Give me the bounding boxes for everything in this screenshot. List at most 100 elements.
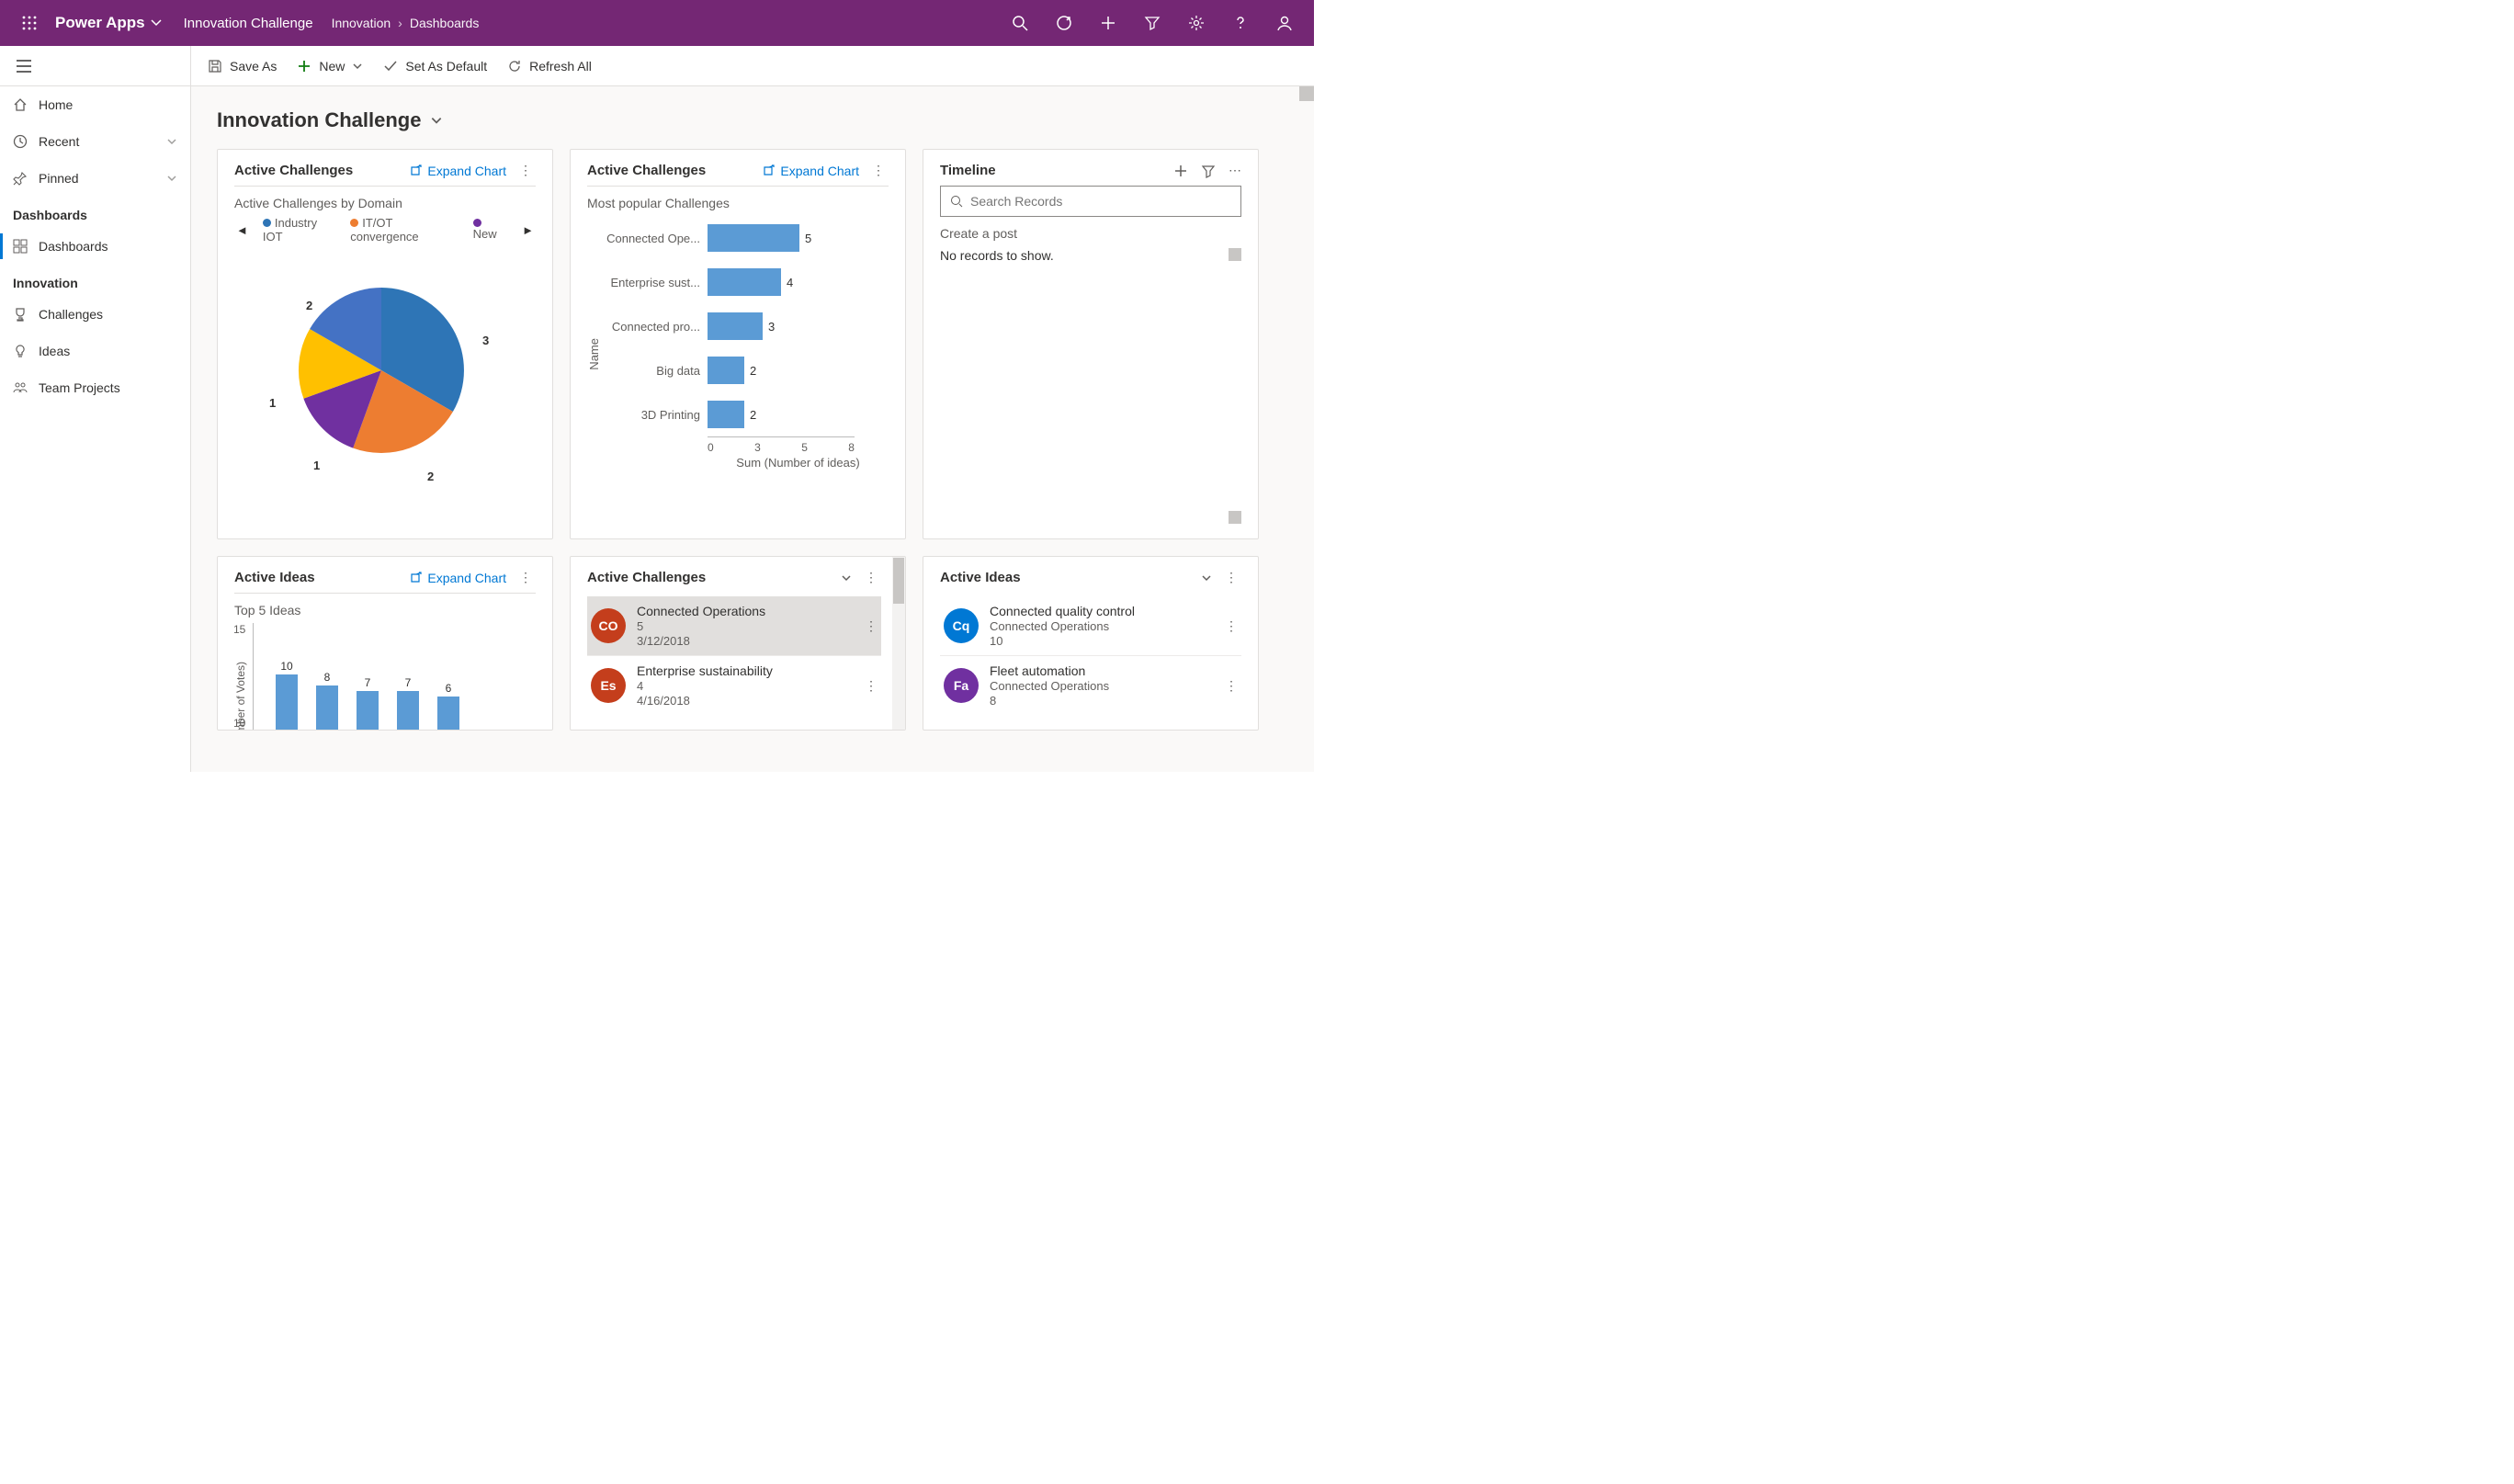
nav-pinned[interactable]: Pinned bbox=[0, 160, 190, 197]
more-icon[interactable]: ⋮ bbox=[1225, 618, 1238, 634]
timeline-empty-text: No records to show. bbox=[940, 248, 1241, 263]
more-icon[interactable]: ⋮ bbox=[1221, 570, 1241, 585]
hbar-xaxis-label: Sum (Number of ideas) bbox=[708, 456, 889, 470]
nav-recent[interactable]: Recent bbox=[0, 123, 190, 160]
check-icon bbox=[383, 59, 398, 74]
list-item[interactable]: COConnected Operations53/12/2018⋮ bbox=[587, 596, 881, 655]
chevron-down-icon[interactable] bbox=[352, 61, 363, 72]
hbar-chart[interactable]: Name Connected Ope...5Enterprise sust...… bbox=[587, 216, 889, 492]
vbar-bar[interactable] bbox=[397, 691, 419, 730]
row-title: Connected quality control bbox=[990, 604, 1214, 618]
timeline-search[interactable] bbox=[940, 186, 1241, 217]
breadcrumb: Innovation › Dashboards bbox=[332, 16, 480, 30]
expand-chart-button[interactable]: Expand Chart bbox=[409, 571, 506, 585]
more-icon[interactable]: ⋮ bbox=[861, 570, 881, 585]
avatar: CO bbox=[591, 608, 626, 643]
add-icon[interactable] bbox=[1173, 164, 1188, 178]
scrollbar[interactable] bbox=[892, 557, 905, 730]
settings-gear-icon[interactable] bbox=[1174, 1, 1218, 45]
scroll-up-icon[interactable] bbox=[1229, 248, 1241, 261]
more-icon[interactable]: ⋮ bbox=[865, 618, 878, 634]
list-item[interactable]: CqConnected quality controlConnected Ope… bbox=[940, 596, 1241, 655]
timeline-create-post[interactable]: Create a post bbox=[940, 226, 1241, 241]
more-icon[interactable]: ⋮ bbox=[515, 570, 536, 585]
expand-chart-button[interactable]: Expand Chart bbox=[409, 164, 506, 178]
vbar-bar[interactable] bbox=[437, 697, 459, 730]
vbar-chart[interactable]: mber of Votes) 1510 108776 bbox=[234, 623, 536, 731]
page-title[interactable]: Innovation Challenge bbox=[217, 103, 1288, 149]
cmd-new[interactable]: New bbox=[297, 59, 363, 74]
card-pie: Active Challenges Expand Chart ⋮ Active … bbox=[217, 149, 553, 539]
cmd-refresh-all[interactable]: Refresh All bbox=[507, 59, 592, 74]
target-icon[interactable] bbox=[1042, 1, 1086, 45]
card-list-challenges: Active Challenges ⋮ COConnected Operatio… bbox=[570, 556, 906, 731]
hbar-bar[interactable] bbox=[708, 268, 781, 296]
chevron-down-icon[interactable] bbox=[1201, 572, 1212, 583]
chevron-down-icon[interactable] bbox=[166, 136, 177, 147]
nav-team-projects[interactable]: Team Projects bbox=[0, 369, 190, 406]
more-icon[interactable]: ⋮ bbox=[865, 678, 878, 694]
breadcrumb-page[interactable]: Dashboards bbox=[410, 16, 480, 30]
hamburger-icon[interactable] bbox=[0, 46, 190, 86]
expand-chart-button[interactable]: Expand Chart bbox=[762, 164, 859, 178]
hbar-value: 4 bbox=[787, 276, 793, 289]
pie-chart[interactable]: 3 2 1 1 2 bbox=[234, 251, 536, 508]
filter-icon[interactable] bbox=[1130, 1, 1174, 45]
chevron-down-icon[interactable] bbox=[166, 173, 177, 184]
avatar: Es bbox=[591, 668, 626, 703]
scroll-down-icon[interactable] bbox=[1229, 511, 1241, 524]
nav-challenges[interactable]: Challenges bbox=[0, 296, 190, 333]
help-icon[interactable] bbox=[1218, 1, 1263, 45]
search-icon[interactable] bbox=[998, 1, 1042, 45]
more-icon[interactable]: ⋮ bbox=[515, 163, 536, 178]
expand-icon bbox=[409, 164, 422, 177]
add-icon[interactable] bbox=[1086, 1, 1130, 45]
row-count: 4 bbox=[637, 679, 854, 693]
more-icon[interactable]: ⋯ bbox=[1229, 163, 1241, 178]
hbar-yaxis-label: Name bbox=[587, 338, 601, 370]
environment-name[interactable]: Innovation Challenge bbox=[184, 16, 313, 31]
more-icon[interactable]: ⋮ bbox=[1225, 678, 1238, 694]
card-pie-title: Active Challenges bbox=[234, 163, 400, 178]
filter-icon[interactable] bbox=[1201, 164, 1216, 178]
more-icon[interactable]: ⋮ bbox=[868, 163, 889, 178]
nav-home[interactable]: Home bbox=[0, 86, 190, 123]
vbar-bar[interactable] bbox=[316, 685, 338, 730]
vbar-bar[interactable] bbox=[276, 674, 298, 730]
vbar-bar[interactable] bbox=[357, 691, 379, 730]
list-item[interactable]: FaFleet automationConnected Operations8⋮ bbox=[940, 655, 1241, 715]
breadcrumb-area[interactable]: Innovation bbox=[332, 16, 391, 30]
app-launcher-icon[interactable] bbox=[7, 1, 51, 45]
breadcrumb-sep-icon: › bbox=[398, 16, 402, 30]
legend-next-icon[interactable]: ► bbox=[520, 223, 536, 237]
row-title: Enterprise sustainability bbox=[637, 663, 854, 678]
nav-team-projects-label: Team Projects bbox=[39, 380, 177, 395]
account-icon[interactable] bbox=[1263, 1, 1307, 45]
card-list-ideas: Active Ideas ⋮ CqConnected quality contr… bbox=[923, 556, 1259, 731]
cmd-save-as[interactable]: Save As bbox=[208, 59, 277, 74]
hbar-bar[interactable] bbox=[708, 312, 763, 340]
chevron-down-icon[interactable] bbox=[841, 572, 852, 583]
hbar-bar[interactable] bbox=[708, 357, 744, 384]
trophy-icon bbox=[13, 307, 28, 322]
page-scroll-up-icon[interactable] bbox=[1299, 86, 1314, 101]
hbar-value: 2 bbox=[750, 408, 756, 422]
timeline-search-input[interactable] bbox=[970, 194, 1231, 209]
legend-prev-icon[interactable]: ◄ bbox=[234, 223, 250, 237]
hbar-category: 3D Printing bbox=[606, 408, 708, 422]
pie-legend: ◄ Industry IOT IT/OT convergence New ► bbox=[234, 216, 536, 244]
card-pie-subtitle: Active Challenges by Domain bbox=[234, 196, 536, 210]
row-title: Connected Operations bbox=[637, 604, 854, 618]
list-item[interactable]: EsEnterprise sustainability44/16/2018⋮ bbox=[587, 655, 881, 715]
page-title-text: Innovation Challenge bbox=[217, 108, 421, 132]
cmd-set-default[interactable]: Set As Default bbox=[383, 59, 487, 74]
nav-dashboards[interactable]: Dashboards bbox=[0, 228, 190, 265]
list-ideas-title: Active Ideas bbox=[940, 570, 1192, 585]
team-icon bbox=[13, 380, 28, 395]
hbar-value: 3 bbox=[768, 320, 775, 334]
row-count: 10 bbox=[990, 634, 1214, 648]
hbar-bar[interactable] bbox=[708, 401, 744, 428]
nav-ideas[interactable]: Ideas bbox=[0, 333, 190, 369]
hbar-bar[interactable] bbox=[708, 224, 799, 252]
brand-chevron-icon[interactable] bbox=[151, 17, 162, 28]
